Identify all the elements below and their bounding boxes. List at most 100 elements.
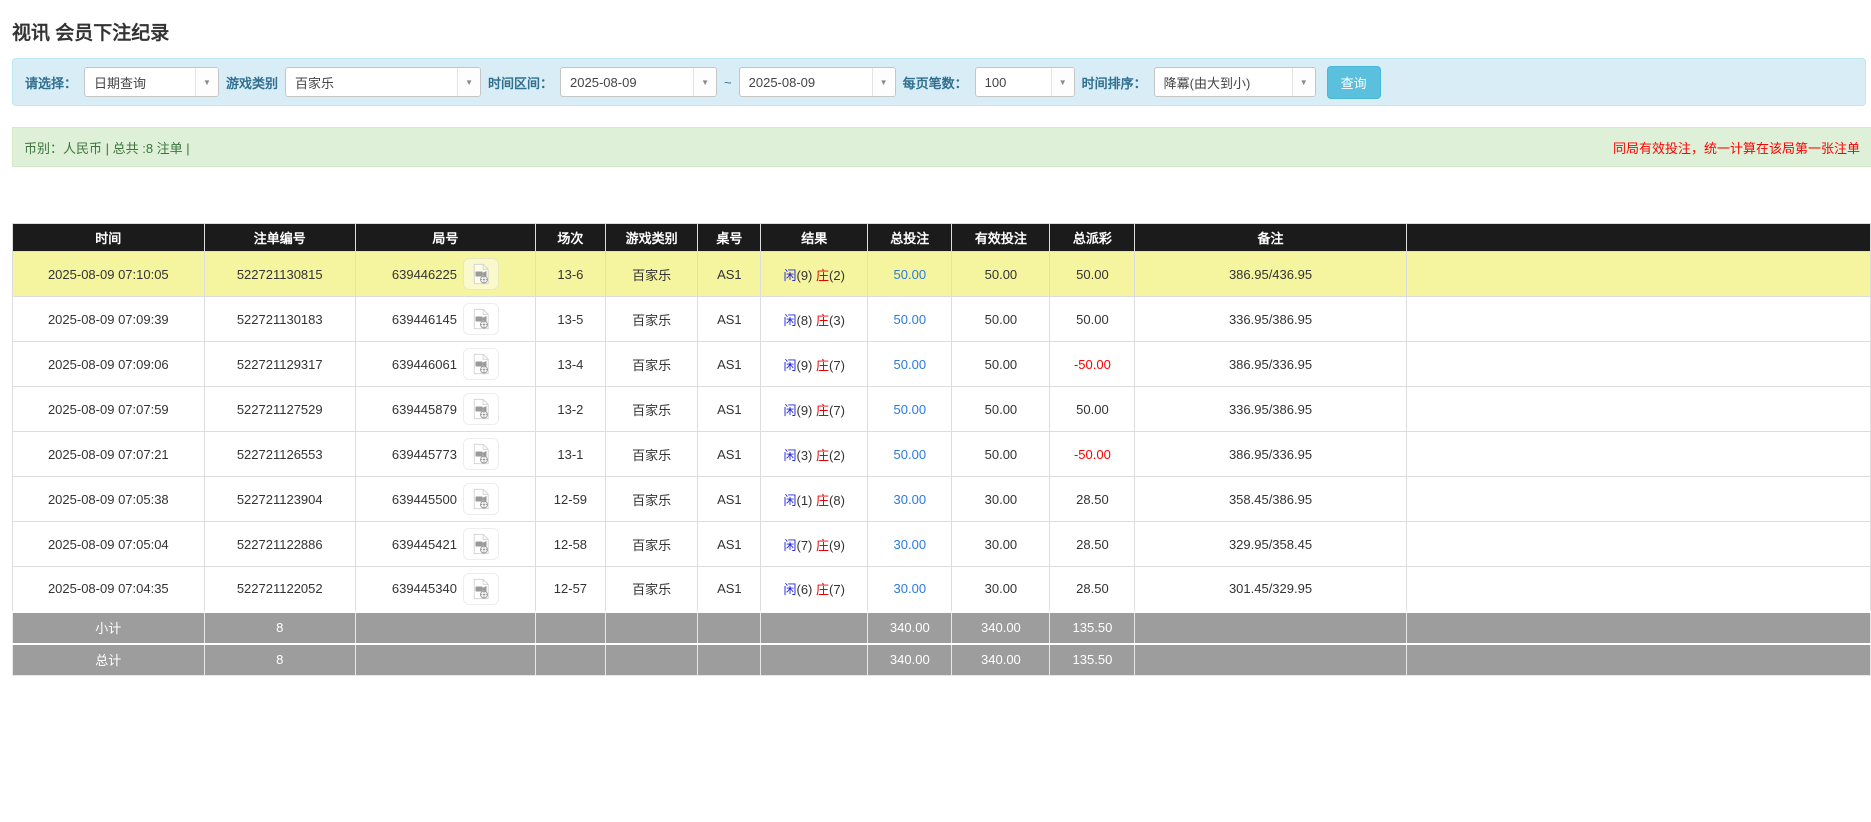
round-no-text: 639446061: [391, 356, 457, 372]
table-row: 2025-08-09 07:05:04 522721122886 639445421…: [12, 521, 1871, 567]
cell-result-7: 闲(6) 庄(7): [760, 566, 869, 612]
cell-valid-bet-4: 50.00: [951, 431, 1051, 477]
player-score: (3): [796, 447, 813, 463]
cell-round-no-2: 639446061: [354, 341, 537, 387]
cell-extra-3: [1405, 386, 1871, 432]
grand-total-row-game-empty: [604, 642, 699, 676]
time-sort-combobox[interactable]: 降冪(由大到小) ▼: [1153, 67, 1316, 97]
video-replay-button[interactable]: [462, 483, 499, 515]
chevron-down-icon[interactable]: ▼: [693, 68, 717, 96]
video-replay-button[interactable]: [462, 572, 499, 605]
cell-game-type-0: 百家乐: [604, 251, 699, 297]
cell-extra-4: [1405, 431, 1871, 477]
chevron-down-icon[interactable]: ▼: [871, 68, 895, 96]
cell-valid-bet-0: 50.00: [951, 251, 1051, 297]
banker-result: 庄: [816, 402, 830, 418]
column-header-note: 备注: [1134, 223, 1407, 252]
cell-session-7: 12-57: [535, 566, 606, 612]
page-size-combobox[interactable]: 100 ▼: [974, 67, 1075, 97]
cell-note-5: 358.45/386.95: [1134, 476, 1407, 522]
chevron-down-icon[interactable]: ▼: [195, 68, 219, 96]
round-no-wrap: 639445340: [392, 572, 499, 605]
cell-round-no-6: 639445421: [354, 521, 537, 567]
total-bet-link[interactable]: 50.00: [894, 402, 927, 417]
cell-session-6: 12-58: [535, 521, 606, 567]
player-score: (1): [796, 492, 813, 508]
search-button[interactable]: 查询: [1326, 65, 1381, 99]
cell-result-3: 闲(9) 庄(7): [760, 386, 869, 432]
table-row: 2025-08-09 07:10:05 522721130815 639446225…: [12, 251, 1871, 297]
video-replay-button[interactable]: [462, 303, 499, 335]
video-replay-icon: [473, 533, 489, 555]
cell-valid-bet-2: 50.00: [951, 341, 1051, 387]
chevron-down-icon[interactable]: ▼: [1050, 68, 1074, 96]
query-type-combobox[interactable]: 日期查询 ▼: [84, 67, 220, 97]
query-type-value: 日期查询: [94, 75, 147, 91]
total-bet-link[interactable]: 30.00: [894, 492, 927, 507]
cell-session-1: 13-5: [535, 296, 606, 342]
currency-summary-bar: 币别：人民币 | 总共 :8 注单 | 同局有效投注，统一计算在该局第一张注单: [12, 127, 1871, 167]
total-bet-link[interactable]: 30.00: [894, 537, 927, 552]
cell-payout-7: 28.50: [1049, 566, 1136, 612]
cell-bet-no-0: 522721130815: [203, 251, 356, 297]
grand-total-row-valid-bet: 340.00: [951, 642, 1051, 676]
cell-bet-no-3: 522721127529: [203, 386, 356, 432]
round-no-text: 639445500: [391, 491, 457, 507]
cell-result-4: 闲(3) 庄(2): [760, 431, 869, 477]
total-bet-link[interactable]: 50.00: [894, 357, 927, 372]
total-bet-link[interactable]: 50.00: [894, 267, 927, 282]
filter-panel: 请选择： 日期查询 ▼ 游戏类别 百家乐 ▼ 时间区间： 2025-08-09 …: [12, 58, 1866, 106]
round-no-wrap: 639446225: [392, 258, 499, 290]
banker-score: (9): [829, 537, 845, 553]
cell-extra-0: [1405, 251, 1871, 297]
subtotal-row-extra-empty: [1405, 610, 1871, 644]
grand-total-row-extra-empty: [1405, 642, 1871, 676]
subtotal-row-round-empty: [354, 610, 537, 644]
player-score: (7): [796, 537, 813, 553]
cell-extra-1: [1405, 296, 1871, 342]
cell-result-0: 闲(9) 庄(2): [760, 251, 869, 297]
cell-game-type-5: 百家乐: [604, 476, 699, 522]
date-to-picker[interactable]: 2025-08-09 ▼: [738, 67, 896, 97]
game-type-combobox[interactable]: 百家乐 ▼: [285, 67, 482, 97]
subtotal-row-total-bet: 340.00: [867, 610, 953, 644]
cell-time-3: 2025-08-09 07:07:59: [12, 386, 205, 432]
table-header-row: 时间 注单编号 局号 场次 游戏类别 桌号 结果 总投注 有效投注 总派彩 备注: [12, 223, 1871, 252]
total-bet-link[interactable]: 50.00: [894, 447, 927, 462]
video-replay-button[interactable]: [462, 348, 499, 380]
table-row: 2025-08-09 07:07:59 522721127529 639445879…: [12, 386, 1871, 432]
subtotal-row-result-empty: [760, 610, 869, 644]
cell-note-2: 386.95/336.95: [1134, 341, 1407, 387]
banker-result: 庄: [816, 267, 830, 283]
cell-note-1: 336.95/386.95: [1134, 296, 1407, 342]
cell-valid-bet-5: 30.00: [951, 476, 1051, 522]
table-row: 2025-08-09 07:09:06 522721129317 639446061…: [12, 341, 1871, 387]
subtotal-row-game-empty: [604, 610, 699, 644]
cell-valid-bet-1: 50.00: [951, 296, 1051, 342]
grand-total-row-total-bet: 340.00: [867, 642, 953, 676]
player-score: (8): [796, 312, 813, 328]
cell-table-no-6: AS1: [697, 521, 762, 567]
banker-score: (7): [829, 357, 845, 373]
video-replay-button[interactable]: [462, 438, 499, 470]
chevron-down-icon[interactable]: ▼: [457, 68, 481, 96]
cell-result-2: 闲(9) 庄(7): [760, 341, 869, 387]
total-bet-link[interactable]: 50.00: [894, 312, 927, 327]
subtotal-row-valid-bet: 340.00: [951, 610, 1051, 644]
video-replay-button[interactable]: [462, 393, 499, 425]
cell-session-2: 13-4: [535, 341, 606, 387]
date-to-value: 2025-08-09: [748, 74, 816, 90]
round-no-wrap: 639445879: [392, 393, 499, 425]
total-bet-link[interactable]: 30.00: [894, 581, 927, 596]
date-from-picker[interactable]: 2025-08-09 ▼: [560, 67, 718, 97]
page-size-value: 100: [984, 74, 1007, 90]
cell-bet-no-7: 522721122052: [203, 566, 356, 612]
cell-table-no-7: AS1: [697, 566, 762, 612]
chevron-down-icon[interactable]: ▼: [1291, 68, 1315, 96]
player-result: 闲: [783, 447, 797, 463]
time-sort-value: 降冪(由大到小): [1163, 75, 1251, 91]
video-replay-button[interactable]: [462, 258, 499, 290]
video-replay-button[interactable]: [462, 528, 499, 560]
time-range-label: 时间区间：: [488, 75, 554, 91]
cell-note-4: 386.95/336.95: [1134, 431, 1407, 477]
